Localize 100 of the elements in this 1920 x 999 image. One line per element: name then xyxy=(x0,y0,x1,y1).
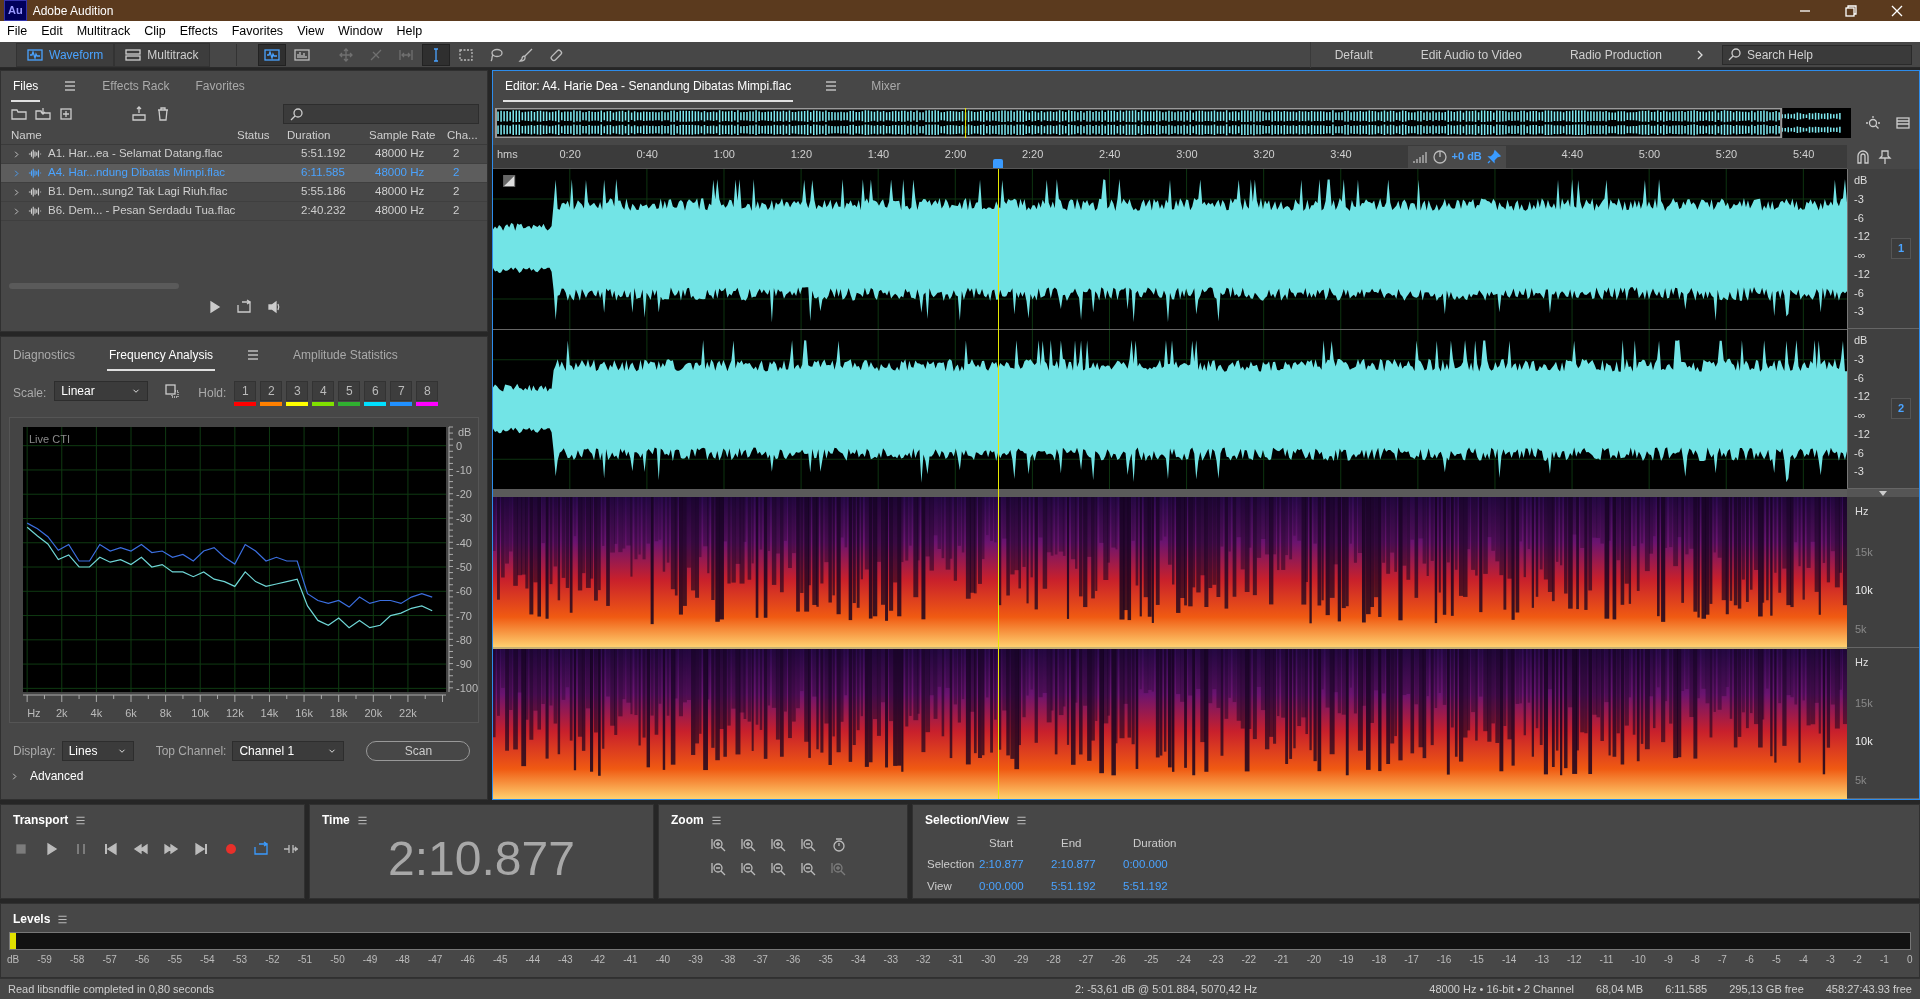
scan-button[interactable]: Scan xyxy=(366,741,471,761)
stopwatch-icon[interactable] xyxy=(831,837,847,853)
file-row[interactable]: B6. Dem... - Pesan Serdadu Tua.flac 2:40.232 48000 Hz 2 xyxy=(1,202,487,221)
pin-icon[interactable] xyxy=(1485,148,1502,165)
menu-item[interactable]: File xyxy=(0,22,35,41)
file-row[interactable]: B1. Dem...sung2 Tak Lagi Riuh.flac 5:55.186 48000 Hz 2 xyxy=(1,183,487,202)
zoom-in-icon[interactable] xyxy=(741,837,757,853)
zoom-out-icon[interactable] xyxy=(801,837,817,853)
workspace-tab[interactable]: Default xyxy=(1310,45,1397,64)
spectrogram-drawing[interactable] xyxy=(493,647,1847,799)
skip-to-end-icon[interactable] xyxy=(193,841,209,857)
zoom-in-icon[interactable] xyxy=(771,837,787,853)
trash-icon[interactable] xyxy=(155,106,171,122)
time-value[interactable]: 0:00.000 xyxy=(1123,856,1195,874)
magnet-icon[interactable] xyxy=(1855,149,1871,165)
loop-icon[interactable] xyxy=(253,841,269,857)
menu-item[interactable]: Edit xyxy=(34,22,70,41)
menu-item[interactable]: View xyxy=(290,22,331,41)
bandage-icon[interactable] xyxy=(547,46,564,63)
volume-knob-icon[interactable] xyxy=(1431,148,1448,165)
hold-button[interactable]: 8 xyxy=(416,381,439,401)
waveform-drawing[interactable] xyxy=(493,169,1847,329)
advanced-toggle[interactable]: Advanced xyxy=(30,767,84,785)
restore-icon[interactable] xyxy=(1843,2,1859,19)
column-header[interactable]: Name xyxy=(11,127,237,145)
spectrogram-drawing[interactable] xyxy=(493,497,1847,647)
panel-tab[interactable]: Favorites xyxy=(193,71,247,102)
marker-pin-icon[interactable] xyxy=(1877,149,1893,165)
hud-panel[interactable]: +0 dB xyxy=(1407,145,1506,168)
scale-dropdown[interactable]: Linear xyxy=(54,381,149,401)
scale-label: -38 xyxy=(720,953,736,967)
time-value[interactable]: 5:51.192 xyxy=(1051,877,1123,895)
search-help-field[interactable]: Search Help xyxy=(1722,44,1912,65)
channel-dropdown[interactable]: Channel 1 xyxy=(232,741,345,761)
panel-tab[interactable]: Effects Rack xyxy=(100,71,172,102)
menu-item[interactable]: Clip xyxy=(137,22,173,41)
time-value[interactable]: 2:10.877 xyxy=(979,856,1051,874)
time-value[interactable]: 5:51.192 xyxy=(1123,877,1195,895)
hold-button[interactable]: 5 xyxy=(338,381,361,401)
channel-badge[interactable]: 2 xyxy=(1890,398,1911,419)
column-header[interactable]: Duration xyxy=(287,127,369,145)
panel-tab[interactable]: Diagnostics xyxy=(11,339,78,371)
column-header[interactable]: Cha... xyxy=(447,127,487,145)
rewind-icon[interactable] xyxy=(133,841,149,857)
menu-item[interactable]: Help xyxy=(389,22,430,41)
scale-label: -3 xyxy=(1854,464,1865,480)
menu-item[interactable]: Favorites xyxy=(224,22,291,41)
skip-to-start-icon[interactable] xyxy=(103,841,119,857)
folder-icon[interactable] xyxy=(11,106,27,122)
hold-button[interactable]: 3 xyxy=(286,381,309,401)
display-dropdown[interactable]: Lines xyxy=(61,741,134,761)
hold-button[interactable]: 6 xyxy=(364,381,387,401)
zoom-out-icon[interactable] xyxy=(711,861,727,877)
scale-label: dB xyxy=(1854,333,1869,348)
table-cell-text: 48000 Hz xyxy=(374,146,426,162)
audio-file-icon xyxy=(28,166,42,180)
list-icon[interactable] xyxy=(1895,115,1911,131)
waveform-view-icon[interactable] xyxy=(263,46,280,63)
column-header[interactable]: Sample Rate xyxy=(369,127,447,145)
hold-button[interactable]: 2 xyxy=(260,381,283,401)
hold-button[interactable]: 1 xyxy=(234,381,257,401)
zoom-navigator-icon[interactable] xyxy=(1865,115,1881,131)
fast-forward-icon[interactable] xyxy=(163,841,179,857)
panel-tab[interactable]: Frequency Analysis xyxy=(107,339,216,371)
scale-label: -39 xyxy=(688,953,703,967)
zoom-out-icon[interactable] xyxy=(771,861,787,877)
editor-tab[interactable]: Editor: A4. Harie Dea - Senandung Dibatas Mimpi.flac xyxy=(503,71,794,102)
folder-import-icon[interactable] xyxy=(35,106,51,122)
overview-waveform-drawing[interactable] xyxy=(495,108,1851,138)
view-mode-button[interactable]: Waveform xyxy=(16,42,115,67)
brush-icon[interactable] xyxy=(517,46,534,63)
marquee-icon[interactable] xyxy=(457,46,474,63)
speaker-icon[interactable] xyxy=(266,299,282,315)
search-field[interactable] xyxy=(283,104,479,124)
hold-button[interactable]: 4 xyxy=(312,381,335,401)
panel-tab[interactable]: Amplitude Statistics xyxy=(291,339,400,371)
zoom-out-icon[interactable] xyxy=(801,861,817,877)
panel-tab[interactable]: Files xyxy=(11,71,41,102)
time-value[interactable]: 0:00.000 xyxy=(979,877,1051,895)
channel-badge[interactable]: 1 xyxy=(1890,238,1911,259)
column-header[interactable]: Status xyxy=(237,127,287,145)
zoom-out-icon[interactable] xyxy=(741,861,757,877)
workspace-tab[interactable]: Radio Production xyxy=(1545,45,1686,64)
editor-tab[interactable]: Mixer xyxy=(869,71,903,102)
playhead-marker[interactable] xyxy=(992,159,1003,168)
time-value[interactable]: 2:10.877 xyxy=(1051,856,1123,874)
export-icon[interactable] xyxy=(131,106,147,122)
menu-item[interactable]: Multitrack xyxy=(69,22,138,41)
menu-item[interactable]: Window xyxy=(331,22,390,41)
zoom-in-icon[interactable] xyxy=(711,837,727,853)
spectral-view-icon[interactable] xyxy=(293,46,310,63)
scale-label: -27 xyxy=(1078,953,1094,967)
menu-item[interactable]: Effects xyxy=(172,22,225,41)
loop-icon[interactable] xyxy=(236,299,252,315)
new-file-icon[interactable] xyxy=(59,106,75,122)
view-mode-button[interactable]: Multitrack xyxy=(114,42,210,67)
waveform-drawing[interactable] xyxy=(493,329,1847,489)
overlay-icon[interactable] xyxy=(164,383,181,399)
hold-button[interactable]: 7 xyxy=(390,381,413,401)
workspace-tab[interactable]: Edit Audio to Video xyxy=(1396,45,1546,64)
